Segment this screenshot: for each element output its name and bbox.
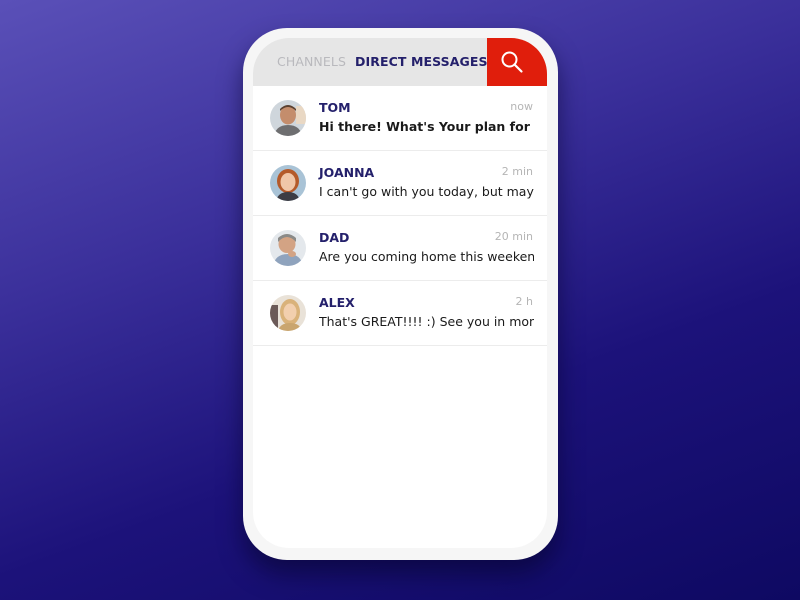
message-time: now [510, 100, 533, 113]
search-button[interactable] [487, 38, 547, 86]
message-preview: I can't go with you today, but maybe [319, 184, 534, 199]
conversation-item-joanna[interactable]: JOANNA 2 min I can't go with you today, … [253, 151, 547, 216]
phone-screen: CHANNELS DIRECT MESSAGES TOM now Hi ther… [253, 38, 547, 548]
message-time: 2 h [515, 295, 533, 308]
message-time: 2 min [501, 165, 533, 178]
conversation-list: TOM now Hi there! What's Your plan for a… [253, 86, 547, 346]
contact-name: ALEX [319, 295, 355, 310]
avatar-alex [270, 295, 306, 331]
avatar-dad [270, 230, 306, 266]
conversation-item-tom[interactable]: TOM now Hi there! What's Your plan for a [253, 86, 547, 151]
contact-name: DAD [319, 230, 350, 245]
search-icon [501, 51, 523, 73]
tab-bar: CHANNELS DIRECT MESSAGES [253, 38, 547, 86]
message-preview: Are you coming home this weekend? [319, 249, 534, 264]
conversation-item-dad[interactable]: DAD 20 min Are you coming home this week… [253, 216, 547, 281]
tab-direct-messages[interactable]: DIRECT MESSAGES [355, 54, 488, 69]
avatar-tom [270, 100, 306, 136]
contact-name: TOM [319, 100, 351, 115]
message-preview: That's GREAT!!!! :) See you in monday! [319, 314, 534, 329]
contact-name: JOANNA [319, 165, 375, 180]
message-preview: Hi there! What's Your plan for a [319, 119, 534, 134]
conversation-item-alex[interactable]: ALEX 2 h That's GREAT!!!! :) See you in … [253, 281, 547, 346]
phone-frame: CHANNELS DIRECT MESSAGES TOM now Hi ther… [243, 28, 558, 560]
avatar-joanna [270, 165, 306, 201]
tab-channels[interactable]: CHANNELS [277, 54, 346, 69]
message-time: 20 min [494, 230, 533, 243]
